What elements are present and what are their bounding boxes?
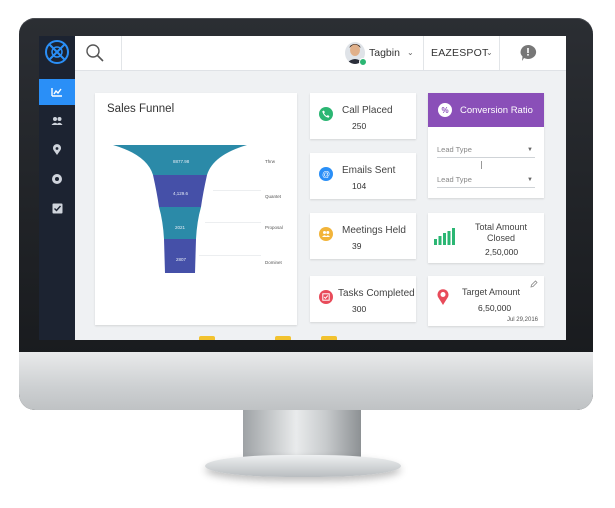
stat-value: 300 [352,304,367,314]
funnel-stage-label: Thrw [265,159,275,164]
org-name[interactable]: EAZESPOT [431,47,489,59]
funnel-chart [113,145,247,273]
sidebar [39,36,75,340]
stat-title: Call Placed [342,105,393,116]
target-icon [52,174,62,184]
top-bar: Tagbin ⌄ EAZESPOT ⌄ [75,36,566,71]
caret-down-icon: ▼ [527,147,533,153]
nav-locations[interactable] [39,137,75,163]
at-icon: @ [319,167,333,181]
select-placeholder: Lead Type [437,175,472,184]
funnel-guide-line [213,190,261,191]
total-amount-closed-card[interactable]: Total Amount Closed 2,50,000 [428,213,544,263]
monitor-stand-base [205,455,401,477]
next-row-card-peek [275,336,291,340]
funnel-stage-label: Dominet [265,260,282,265]
funnel-stage-4 [164,239,196,273]
tasks-completed-card[interactable]: Tasks Completed 300 [310,276,416,322]
card-value: 2,50,000 [485,247,519,257]
funnel-stage-value: 8877.98 [173,159,190,164]
card-value: 6,50,000 [478,303,512,313]
next-row-card-peek [321,336,337,340]
stat-title: Tasks Completed [338,288,415,299]
card-title: Sales Funnel [107,103,175,115]
card-title: Conversion Ratio [460,105,533,116]
user-menu-chevron-icon[interactable]: ⌄ [407,48,414,57]
map-pin-icon [53,144,61,155]
funnel-stage-label: Proposal [265,225,283,230]
funnel-stage-value: 2807 [176,257,187,262]
lead-type-select-1[interactable]: Lead Type ▼ [437,145,535,158]
checkbox-icon [319,290,333,304]
card-date: Jul 29,2016 [506,317,538,323]
people-icon [319,227,333,241]
stat-value: 39 [352,241,362,251]
card-title: Target Amount [462,287,521,297]
funnel-guide-line [199,255,261,256]
online-status-icon [359,58,367,66]
select-divider [481,161,482,169]
checkbox-icon [52,203,62,213]
stat-value: 250 [352,121,367,131]
nav-dashboard[interactable] [39,79,75,105]
stat-title: Emails Sent [342,165,396,176]
lead-type-select-2[interactable]: Lead Type ▼ [437,175,535,188]
stat-title: Meetings Held [342,225,406,236]
card-title-line: Total Amount [474,222,528,232]
app-logo-icon[interactable] [43,38,71,66]
phone-icon [319,107,333,121]
conversion-ratio-header: % Conversion Ratio [428,93,544,127]
monitor-stand-neck [243,410,361,460]
search-icon[interactable] [85,43,105,63]
dashboard-chart-icon [51,88,62,97]
nav-tasks[interactable] [39,195,75,221]
topbar-divider [499,36,500,70]
funnel-stage-value: 4,129.6 [173,191,189,196]
org-menu-chevron-icon[interactable]: ⌄ [486,48,493,57]
caret-down-icon: ▼ [527,177,533,183]
card-title: Total Amount Closed [462,222,540,244]
topbar-divider [121,36,122,70]
topbar-divider [423,36,424,70]
funnel-guide-line [205,222,261,223]
chat-icon[interactable] [519,44,537,62]
emails-sent-card[interactable]: @ Emails Sent 104 [310,153,416,199]
funnel-stage-value: 2021 [175,225,186,230]
nav-deals[interactable] [39,166,75,192]
stat-value: 104 [352,181,367,191]
conversion-ratio-card: % Conversion Ratio Lead Type ▼ Lead Type… [428,93,544,198]
location-target-icon [437,289,449,305]
select-placeholder: Lead Type [437,145,472,154]
app-screen: Tagbin ⌄ EAZESPOT ⌄ Sales Funnel 8877.98… [39,36,566,340]
funnel-stage-3 [159,207,201,239]
edit-pencil-icon[interactable] [530,280,538,288]
user-name[interactable]: Tagbin [369,47,400,59]
next-row-card-peek [199,336,215,340]
funnel-stage-label: Quantet [265,194,282,199]
nav-contacts[interactable] [39,108,75,134]
people-icon [51,117,63,125]
percent-icon: % [438,103,452,117]
meetings-held-card[interactable]: Meetings Held 39 [310,213,416,259]
bar-growth-icon [434,228,455,245]
call-placed-card[interactable]: Call Placed 250 [310,93,416,139]
target-amount-card[interactable]: Target Amount 6,50,000 Jul 29,2016 [428,276,544,326]
monitor-chin [19,352,593,410]
sales-funnel-card: Sales Funnel 8877.98 4,129.6 2021 2807 T… [95,93,297,325]
card-title-line: Closed [486,233,515,243]
